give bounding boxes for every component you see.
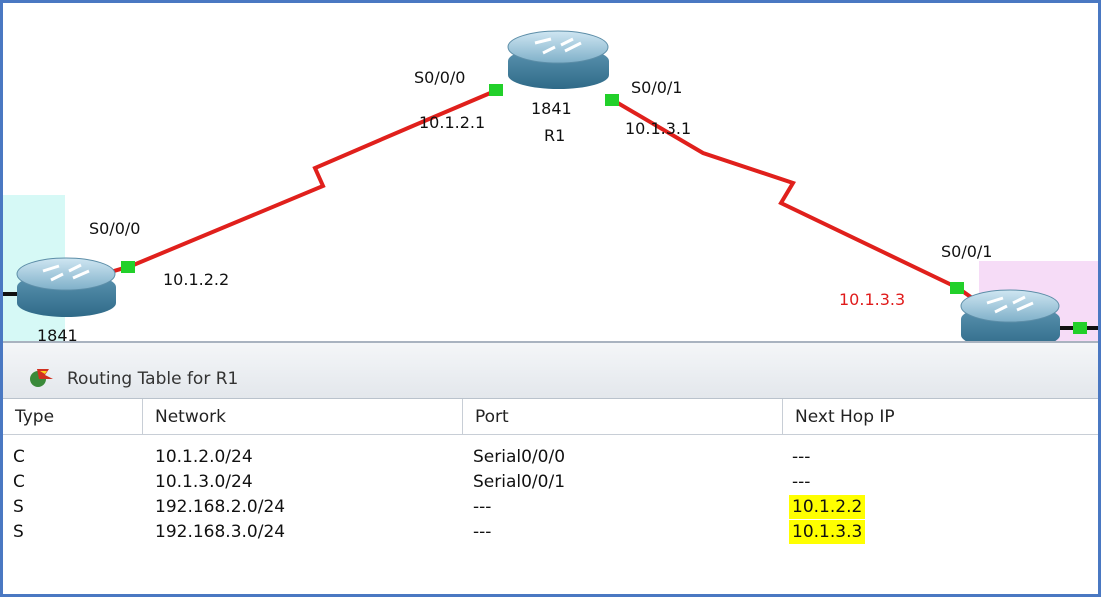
row-3-network: 192.168.2.0/24 <box>155 497 286 517</box>
panel-header: Routing Table for R1 <box>3 343 1098 399</box>
row-4-next-hop: 10.1.3.3 <box>789 520 866 544</box>
app-frame: S0/0/0 S0/0/1 10.1.2.1 10.1.3.1 1841 R1 … <box>0 0 1101 597</box>
left-router-model-label: 1841 <box>37 326 78 342</box>
column-header-type[interactable]: Type <box>3 399 143 435</box>
r1-port-s001-label: S0/0/1 <box>631 78 683 97</box>
row-1-network: 10.1.2.0/24 <box>155 447 253 467</box>
r1-port-s000-label: S0/0/0 <box>414 68 466 87</box>
router-left[interactable] <box>16 257 116 317</box>
column-header-port[interactable]: Port <box>463 399 783 435</box>
row-4-type: S <box>13 522 24 542</box>
row-3-port: --- <box>473 497 492 517</box>
router-right[interactable] <box>960 289 1060 341</box>
routing-table-panel: Routing Table for R1 Type Network Port N… <box>3 341 1098 594</box>
left-port-s000-label: S0/0/0 <box>89 219 141 238</box>
port-light-right-s001 <box>950 282 964 294</box>
row-2-network: 10.1.3.0/24 <box>155 472 253 492</box>
row-3-type: S <box>13 497 24 517</box>
row-1-port: Serial0/0/0 <box>473 447 566 467</box>
port-light-right-eth <box>1073 322 1087 334</box>
row-2-next-hop: --- <box>792 472 811 492</box>
router-r1[interactable] <box>507 30 609 89</box>
panel-title: Routing Table for R1 <box>67 369 239 389</box>
port-light-left-s000 <box>121 261 135 273</box>
r1-model-label: 1841 <box>531 99 572 118</box>
row-2-port: Serial0/0/1 <box>473 472 566 492</box>
row-2-type: C <box>13 472 25 492</box>
row-1-next-hop: --- <box>792 447 811 467</box>
left-ip-label: 10.1.2.2 <box>163 270 230 289</box>
column-header-next-hop[interactable]: Next Hop IP <box>783 399 1098 435</box>
row-1-type: C <box>13 447 25 467</box>
row-4-network: 192.168.3.0/24 <box>155 522 286 542</box>
r1-ip-s000-label: 10.1.2.1 <box>419 113 486 132</box>
row-3-next-hop: 10.1.2.2 <box>789 495 866 519</box>
r1-name-label: R1 <box>544 126 566 145</box>
port-light-r1-s001 <box>605 94 619 106</box>
right-port-s001-label: S0/0/1 <box>941 242 993 261</box>
port-light-r1-s000 <box>489 84 503 96</box>
column-header-network[interactable]: Network <box>143 399 463 435</box>
topology-canvas[interactable]: S0/0/0 S0/0/1 10.1.2.1 10.1.3.1 1841 R1 … <box>3 3 1098 341</box>
topology-svg <box>3 30 1098 341</box>
r1-ip-s001-label: 10.1.3.1 <box>625 119 692 138</box>
row-4-port: --- <box>473 522 492 542</box>
right-ip-label: 10.1.3.3 <box>839 290 906 309</box>
routing-table-icon <box>30 369 53 387</box>
